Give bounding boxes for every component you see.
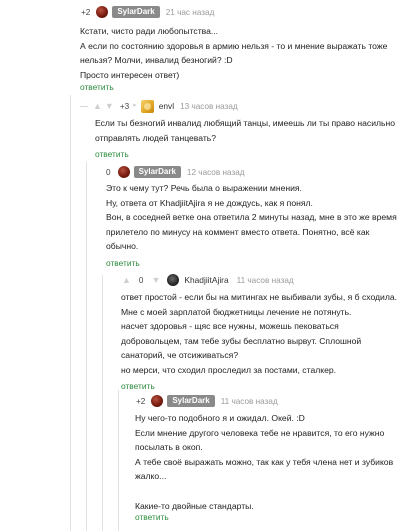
comment-line: А тебе своё выражать можно, так как у те… xyxy=(135,456,394,467)
comment-line: Мне с моей зарплатой бюджетницы лечение … xyxy=(121,306,352,317)
comment-time[interactable]: 13 часов назад xyxy=(180,102,238,111)
thread-line-4 xyxy=(118,390,119,531)
comment-line: Какие-то двойные стандарты. xyxy=(135,500,254,511)
comment-line: посылать в окоп. xyxy=(135,442,203,453)
arrow-up-icon[interactable]: ▲ xyxy=(122,275,131,285)
comment-line xyxy=(135,484,393,499)
comment-body: ответ простой - если бы на митингах не в… xyxy=(121,290,397,378)
comment-body: Кстати, чисто ради любопытства... А если… xyxy=(80,24,387,82)
arrow-down-icon[interactable]: ▼ xyxy=(105,101,114,111)
comment-line: Просто интересен ответ) xyxy=(80,69,180,80)
reply-link[interactable]: ответить xyxy=(95,149,129,159)
comment-line: Это к чему тут? Речь была о выражении мн… xyxy=(106,183,302,193)
comment-line: Ну, ответа от KhadjiitAjira я не дождусь… xyxy=(106,197,313,208)
avatar[interactable] xyxy=(167,274,180,286)
comment-line: Ну чего-то подобного я и ожидал. Окей. :… xyxy=(135,413,305,423)
comment-time[interactable]: 11 часов назад xyxy=(237,276,294,285)
comment-line: добровольцем, там тебе зубы бесплатно вы… xyxy=(121,335,362,346)
comment-line: Вон, в соседней ветке она ответила 2 мин… xyxy=(106,212,397,223)
thread-line-1 xyxy=(70,95,71,531)
comment-line: Если мнение другого человека тебе не нра… xyxy=(135,427,385,438)
comment-header: ▲ 0 ▼ KhadjiitAjira 11 часов назад xyxy=(122,273,294,287)
comment-header: ▲ ▼ +3 ▸ envl 13 часов назад xyxy=(93,99,238,113)
reply-link[interactable]: ответить xyxy=(106,258,140,268)
comment-header: 0 SylarDark 12 часов назад xyxy=(106,165,245,179)
comment-line: нельзя? Молчи, инвалид безногий? :D xyxy=(80,55,233,66)
arrow-up-icon[interactable]: ▲ xyxy=(93,101,102,111)
comment-score: 0 xyxy=(106,167,111,177)
comment-score: +2 xyxy=(81,7,91,17)
arrow-right-icon[interactable]: ▸ xyxy=(133,101,137,111)
comment-line: прилетело по минусу на коммент вместо от… xyxy=(106,226,370,237)
author-name[interactable]: envl xyxy=(159,101,174,111)
comment-score: 0 xyxy=(138,275,144,285)
comment-line: Кстати, чисто ради любопытства... xyxy=(80,26,219,36)
comment-line: отправлять людей танцевать? xyxy=(95,132,217,143)
comment-header: +2 SylarDark 21 час назад xyxy=(81,5,214,19)
comment-time[interactable]: 12 часов назад xyxy=(187,168,245,177)
author-name[interactable]: SylarDark xyxy=(112,6,160,18)
comment-line: ответ простой - если бы на митингах не в… xyxy=(121,292,398,302)
avatar[interactable] xyxy=(151,395,164,407)
comment-line: но мерси, что сходил проследил за постам… xyxy=(121,364,337,375)
author-name[interactable]: SylarDark xyxy=(167,395,215,407)
comment-score: +3 xyxy=(119,101,130,111)
comment-line: санаторий, че отсиживаться? xyxy=(121,350,239,361)
comment-line: насчет здоровья - щяс все нужны, можешь … xyxy=(121,321,339,332)
collapse-dash[interactable] xyxy=(80,106,88,107)
comment-header: +2 SylarDark 11 часов назад xyxy=(136,394,278,408)
avatar[interactable] xyxy=(117,166,130,178)
arrow-down-icon[interactable]: ▼ xyxy=(151,275,160,285)
comment-time[interactable]: 21 час назад xyxy=(166,8,215,17)
avatar-icon[interactable] xyxy=(140,99,154,113)
comment-line: жалко... xyxy=(135,471,167,482)
comment-line: обычно. xyxy=(106,241,139,252)
thread-line-2 xyxy=(86,162,87,531)
thread-line-3 xyxy=(102,275,103,531)
reply-link[interactable]: ответить xyxy=(121,381,155,391)
comment-score: +2 xyxy=(136,396,146,406)
reply-link[interactable]: ответить xyxy=(80,82,114,92)
author-name[interactable]: KhadjiitAjira xyxy=(184,275,228,285)
comment-time[interactable]: 11 часов назад xyxy=(221,397,278,406)
comment-line: А если по состоянию здоровья в армию нел… xyxy=(80,40,388,51)
author-name[interactable]: SylarDark xyxy=(133,166,181,178)
comment-line: Если ты безногий инвалид любящий танцы, … xyxy=(95,118,396,128)
avatar[interactable] xyxy=(96,6,109,18)
comment-body: Если ты безногий инвалид любящий танцы, … xyxy=(95,116,395,145)
comment-body: Ну чего-то подобного я и ожидал. Окей. :… xyxy=(135,411,393,513)
reply-link[interactable]: ответить xyxy=(135,512,169,522)
comment-body: Это к чему тут? Речь была о выражении мн… xyxy=(106,181,397,254)
